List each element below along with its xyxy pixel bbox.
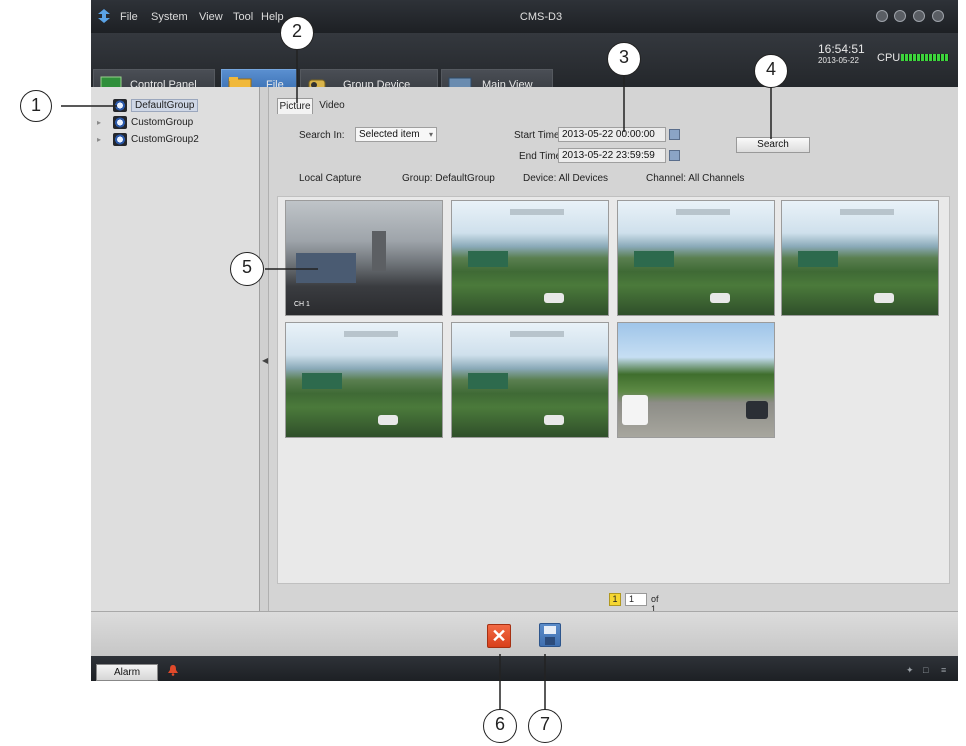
callout-1: 1 bbox=[20, 90, 52, 122]
callout-lines bbox=[61, 50, 772, 713]
callout-2: 2 bbox=[280, 16, 314, 50]
callout-4: 4 bbox=[754, 54, 788, 88]
callout-3: 3 bbox=[607, 42, 641, 76]
callout-5: 5 bbox=[230, 252, 264, 286]
callout-6: 6 bbox=[483, 709, 517, 743]
callout-7: 7 bbox=[528, 709, 562, 743]
